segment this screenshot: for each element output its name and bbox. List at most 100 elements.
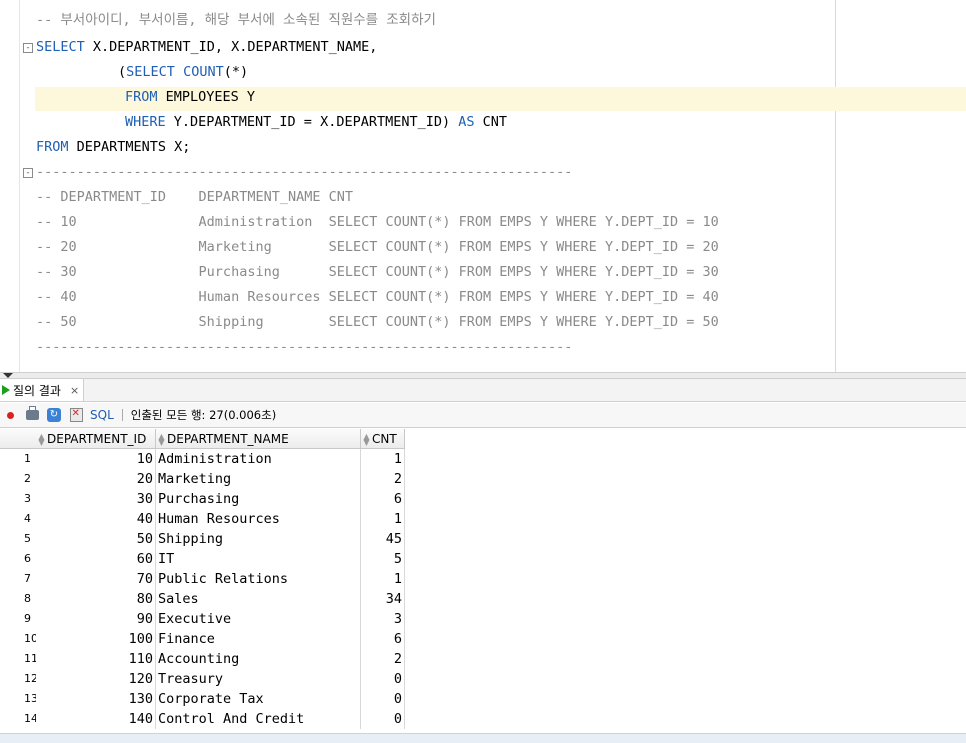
row-number[interactable]: 1 [0,449,36,469]
table-row[interactable]: 11 110 Accounting 2 [0,649,405,669]
row-number[interactable]: 4 [0,509,36,529]
refresh-icon[interactable]: ↻ [46,407,62,423]
row-number[interactable]: 7 [0,569,36,589]
cell-department-id[interactable]: 120 [36,669,156,689]
row-number[interactable]: 12 [0,669,36,689]
cell-department-id[interactable]: 50 [36,529,156,549]
cell-cnt[interactable]: 2 [361,649,405,669]
editor-right-margin [835,0,836,372]
keyword: AS [458,114,475,130]
row-number[interactable]: 14 [0,709,36,729]
keyword: COUNT [183,64,224,80]
tab-query-result-label: 질의 결과 [13,383,61,398]
cell-cnt[interactable]: 1 [361,449,405,469]
table-row[interactable]: 8 80 Sales 34 [0,589,405,609]
cell-department-id[interactable]: 110 [36,649,156,669]
sql-button[interactable]: SQL [90,408,114,422]
cell-department-name[interactable]: Shipping [156,529,361,549]
results-grid[interactable]: ▲ ▼ DEPARTMENT_ID ▲ ▼ DEPARTMENT_NAME ▲ ▼ CNT … [0,429,966,743]
column-header-cnt[interactable]: ▲ ▼ CNT [361,429,405,449]
sort-icon[interactable]: ▲ ▼ [158,432,165,446]
cell-department-name[interactable]: Corporate Tax [156,689,361,709]
print-icon[interactable] [24,406,40,423]
cell-cnt[interactable]: 5 [361,549,405,569]
table-row[interactable]: 2 20 Marketing 2 [0,469,405,489]
pin-icon[interactable] [2,407,18,423]
table-row[interactable]: 10 100 Finance 6 [0,629,405,649]
table-row[interactable]: 14 140 Control And Credit 0 [0,709,405,729]
cell-department-id[interactable]: 100 [36,629,156,649]
cell-department-name[interactable]: Finance [156,629,361,649]
cell-department-id[interactable]: 80 [36,589,156,609]
fold-toggle-comment-block[interactable]: - [23,168,33,178]
cell-cnt[interactable]: 1 [361,509,405,529]
code-line-comment-4: -- 40 Human Resources SELECT COUNT(*) FR… [36,289,719,305]
table-row[interactable]: 6 60 IT 5 [0,549,405,569]
row-number[interactable]: 11 [0,649,36,669]
cell-department-id[interactable]: 10 [36,449,156,469]
editor-gutter-divider [19,0,20,372]
cell-department-name[interactable]: Purchasing [156,489,361,509]
cell-department-name[interactable]: IT [156,549,361,569]
collapse-arrow-icon[interactable] [3,373,13,378]
table-row[interactable]: 5 50 Shipping 45 [0,529,405,549]
cell-department-id[interactable]: 40 [36,509,156,529]
table-row[interactable]: 12 120 Treasury 0 [0,669,405,689]
cell-department-name[interactable]: Treasury [156,669,361,689]
table-row[interactable]: 13 130 Corporate Tax 0 [0,689,405,709]
table-row[interactable]: 1 10 Administration 1 [0,449,405,469]
cell-cnt[interactable]: 0 [361,689,405,709]
cell-department-id[interactable]: 70 [36,569,156,589]
cell-department-name[interactable]: Sales [156,589,361,609]
cell-cnt[interactable]: 34 [361,589,405,609]
sql-editor[interactable]: - - -- 부서아이디, 부서이름, 해당 부서에 소속된 직원수를 조회하기… [0,0,966,372]
table-row[interactable]: 9 90 Executive 3 [0,609,405,629]
cell-department-name[interactable]: Accounting [156,649,361,669]
panel-splitter[interactable] [0,372,966,379]
cell-department-name[interactable]: Administration [156,449,361,469]
row-number[interactable]: 3 [0,489,36,509]
keyword: WHERE [125,114,166,130]
cell-department-name[interactable]: Human Resources [156,509,361,529]
cell-cnt[interactable]: 6 [361,629,405,649]
cell-department-id[interactable]: 20 [36,469,156,489]
cell-department-name[interactable]: Marketing [156,469,361,489]
cell-department-id[interactable]: 30 [36,489,156,509]
grid-header: ▲ ▼ DEPARTMENT_ID ▲ ▼ DEPARTMENT_NAME ▲ ▼ CNT [0,429,966,449]
code-text: Y.DEPARTMENT_ID = X.DEPARTMENT_ID) [165,114,459,130]
row-number[interactable]: 9 [0,609,36,629]
cell-department-id[interactable]: 90 [36,609,156,629]
row-number[interactable]: 6 [0,549,36,569]
row-number[interactable]: 10 [0,629,36,649]
horizontal-scrollbar[interactable] [0,733,966,743]
cell-cnt[interactable]: 2 [361,469,405,489]
sort-icon[interactable]: ▲ ▼ [38,432,45,446]
export-icon[interactable] [68,407,84,423]
tab-query-result[interactable]: 질의 결과 × [0,379,85,401]
cell-department-id[interactable]: 60 [36,549,156,569]
column-header-department-name[interactable]: ▲ ▼ DEPARTMENT_NAME [156,429,361,449]
cell-department-name[interactable]: Public Relations [156,569,361,589]
table-row[interactable]: 3 30 Purchasing 6 [0,489,405,509]
cell-department-id[interactable]: 130 [36,689,156,709]
cell-department-id[interactable]: 140 [36,709,156,729]
cell-department-name[interactable]: Executive [156,609,361,629]
table-row[interactable]: 7 70 Public Relations 1 [0,569,405,589]
column-header-department-id[interactable]: ▲ ▼ DEPARTMENT_ID [36,429,156,449]
sort-icon[interactable]: ▲ ▼ [363,432,370,446]
cell-department-name[interactable]: Control And Credit [156,709,361,729]
row-number[interactable]: 5 [0,529,36,549]
cell-cnt[interactable]: 45 [361,529,405,549]
cell-cnt[interactable]: 0 [361,709,405,729]
table-row[interactable]: 4 40 Human Resources 1 [0,509,405,529]
cell-cnt[interactable]: 6 [361,489,405,509]
fold-toggle-select[interactable]: - [23,43,33,53]
row-number[interactable]: 13 [0,689,36,709]
row-number[interactable]: 8 [0,589,36,609]
cell-cnt[interactable]: 0 [361,669,405,689]
cell-cnt[interactable]: 3 [361,609,405,629]
row-number[interactable]: 2 [0,469,36,489]
cell-cnt[interactable]: 1 [361,569,405,589]
close-tab-icon[interactable]: × [70,384,79,397]
